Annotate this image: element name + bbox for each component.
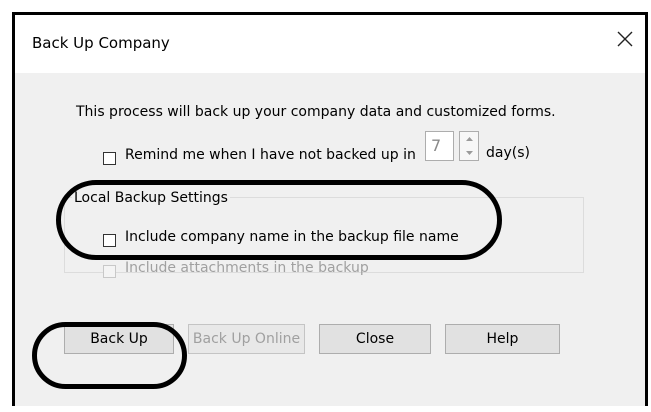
back-up-online-button[interactable]: Back Up Online <box>188 324 305 354</box>
description-text: This process will back up your company d… <box>76 104 556 120</box>
spin-up-icon[interactable] <box>460 132 478 146</box>
close-button-label: Close <box>355 331 395 347</box>
include-company-name-label: Include company name in the backup file … <box>125 229 459 245</box>
include-attachments-label: Include attachments in the backup <box>125 260 369 276</box>
help-button[interactable]: Help <box>445 324 560 354</box>
days-spinner[interactable] <box>459 131 479 161</box>
dialog-title: Back Up Company <box>32 34 170 52</box>
title-bar: Back Up Company <box>15 15 645 73</box>
close-button[interactable]: Close <box>319 324 431 354</box>
remind-checkbox[interactable] <box>103 152 116 165</box>
remind-label: Remind me when I have not backed up in <box>125 147 416 163</box>
spin-down-icon[interactable] <box>460 146 478 160</box>
include-company-name-checkbox[interactable] <box>103 234 116 247</box>
close-icon[interactable] <box>613 27 637 51</box>
back-up-online-button-label: Back Up Online <box>192 331 301 347</box>
days-input[interactable]: 7 <box>425 131 454 161</box>
local-backup-group-label: Local Backup Settings <box>72 190 230 206</box>
include-attachments-checkbox[interactable] <box>103 265 116 278</box>
days-unit: day(s) <box>486 145 530 161</box>
back-up-button[interactable]: Back Up <box>64 324 174 354</box>
help-button-label: Help <box>486 331 519 347</box>
back-up-button-label: Back Up <box>90 331 148 347</box>
